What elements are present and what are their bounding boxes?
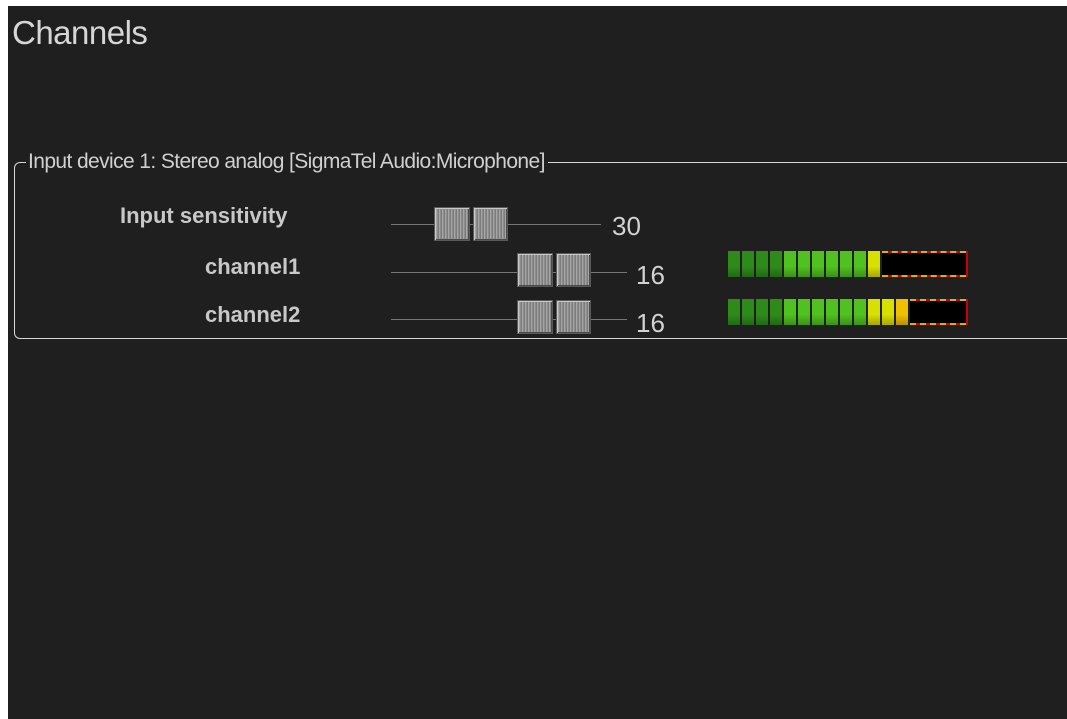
meter-segment: [784, 299, 796, 325]
meter-segment: [868, 299, 880, 325]
meter-segment: [812, 299, 824, 325]
meter-segment: [728, 299, 740, 325]
meter-segment: [728, 251, 740, 277]
meter-segment: [770, 299, 782, 325]
meter-segment: [784, 251, 796, 277]
meter-segment: [756, 299, 768, 325]
meter-segment: [770, 251, 782, 277]
meter-segment: [826, 251, 838, 277]
channel1-label: channel1: [205, 254, 301, 279]
meter-segment: [826, 299, 838, 325]
page-title: Channels: [12, 14, 148, 51]
channel1-level-meter: [728, 251, 968, 277]
meter-segment: [854, 251, 866, 277]
meter-unlit-area: [910, 299, 968, 325]
channels-panel: Channels Input device 1: Stereo analog […: [8, 6, 1067, 719]
channel2-level-meter: [728, 299, 968, 325]
meter-segment: [812, 251, 824, 277]
meter-segment: [756, 251, 768, 277]
meter-segment: [742, 299, 754, 325]
meter-segment: [798, 299, 810, 325]
channel2-label: channel2: [205, 302, 301, 327]
meter-segment: [868, 251, 880, 277]
channel2-track[interactable]: [391, 319, 627, 320]
meter-segment: [896, 299, 908, 325]
meter-segment: [742, 251, 754, 277]
meter-segment: [840, 251, 852, 277]
channel2-slider-thumb[interactable]: [517, 300, 591, 334]
input-sensitivity-label: Input sensitivity: [120, 203, 288, 228]
meter-segment: [882, 299, 894, 325]
meter-segment: [798, 251, 810, 277]
channel1-track[interactable]: [391, 272, 627, 273]
input-sensitivity-value: 30: [612, 211, 641, 241]
meter-segment: [840, 299, 852, 325]
channel2-value: 16: [636, 308, 665, 338]
input-device-legend: Input device 1: Stereo analog [SigmaTel …: [26, 150, 548, 174]
channel1-value: 16: [636, 260, 665, 290]
input-sensitivity-slider-thumb[interactable]: [434, 207, 508, 241]
meter-unlit-area: [882, 251, 968, 277]
meter-segment: [854, 299, 866, 325]
channel1-slider-thumb[interactable]: [517, 253, 591, 287]
